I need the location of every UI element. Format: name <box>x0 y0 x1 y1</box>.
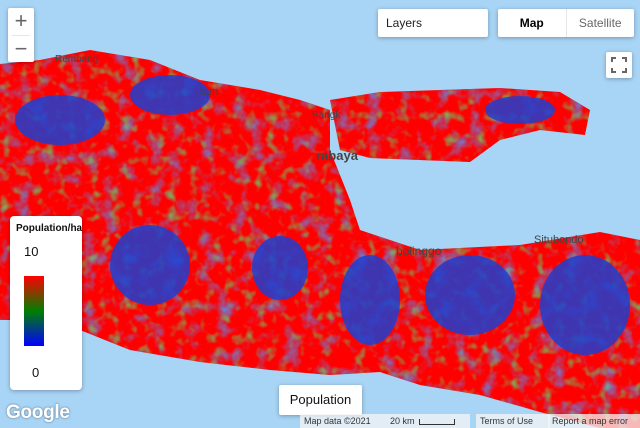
zoom-out-button[interactable]: − <box>8 36 34 63</box>
google-logo: Google <box>6 402 70 423</box>
zoom-in-button[interactable]: + <box>8 8 34 35</box>
scale-label: 20 km <box>390 416 415 426</box>
legend-max-label: 10 <box>24 244 39 259</box>
map-type-control: Map Satellite <box>498 9 634 37</box>
fullscreen-icon <box>611 57 627 73</box>
zoom-control: + − <box>8 8 34 62</box>
terms-of-use-link[interactable]: Terms of Use <box>476 414 550 428</box>
map-type-satellite-button[interactable]: Satellite <box>567 9 635 37</box>
scale-bar <box>418 418 455 425</box>
legend-color-ramp <box>24 276 44 346</box>
legend-title: Population/ha <box>16 223 83 234</box>
svg-text:bolinggo: bolinggo <box>396 244 442 258</box>
svg-text:rabaya: rabaya <box>316 148 359 163</box>
svg-text:Rembang: Rembang <box>55 54 98 65</box>
fullscreen-button[interactable] <box>606 52 632 78</box>
legend-min-label: 0 <box>32 365 40 380</box>
svg-text:Bangk: Bangk <box>312 110 341 121</box>
svg-text:ban: ban <box>200 86 218 98</box>
report-map-error-link[interactable]: Report a map error <box>548 414 640 428</box>
svg-text:Situbondo: Situbondo <box>534 234 584 246</box>
map-type-map-button[interactable]: Map <box>498 9 567 37</box>
layers-dropdown[interactable]: Layers <box>378 9 488 37</box>
layer-name-label: Population <box>279 385 362 415</box>
legend-panel: Population/ha 10 0 <box>10 216 82 390</box>
layers-label: Layers <box>386 16 423 30</box>
scale-indicator[interactable]: 20 km <box>386 414 470 428</box>
map-canvas[interactable]: Rembang ban Bangk rabaya bolinggo Situbo… <box>0 0 640 428</box>
map-data-attribution: Map data ©2021 <box>300 414 386 428</box>
